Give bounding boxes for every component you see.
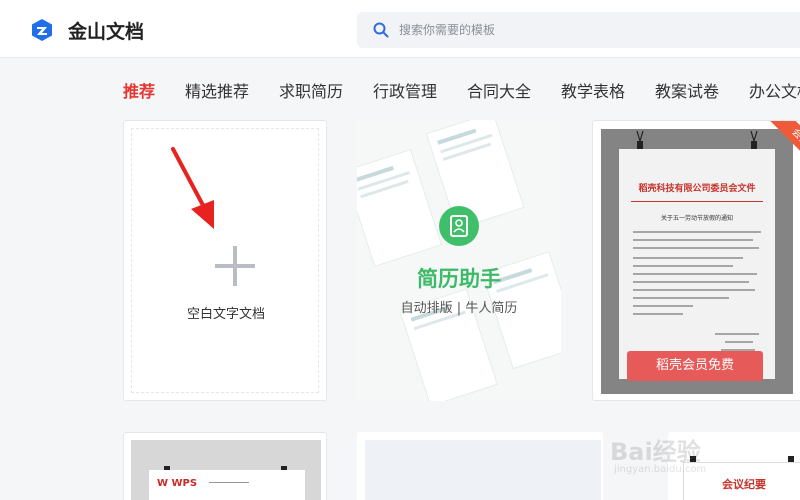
- resume-badge: [439, 206, 479, 246]
- resume-background-illustration: [357, 120, 561, 401]
- template-preview: W WPS: [131, 440, 321, 500]
- template-card-blank-blue[interactable]: [357, 432, 603, 500]
- document-text-line: [633, 297, 729, 299]
- tab-office-docs[interactable]: 办公文档: [749, 78, 800, 102]
- document-text-line: [633, 265, 733, 267]
- document-text-line: [633, 231, 761, 233]
- search-bar[interactable]: [357, 12, 800, 48]
- member-ribbon-label: 会员: [768, 121, 800, 170]
- tab-featured[interactable]: 精选推荐: [185, 78, 249, 102]
- document-text-line: [633, 281, 749, 283]
- document-text-line: [633, 247, 759, 249]
- category-tabs: 推荐 精选推荐 求职简历 行政管理 合同大全 教学表格 教案试卷 办公文档: [0, 70, 800, 110]
- document-text-line: [209, 482, 249, 483]
- app-brand[interactable]: 金山文档: [68, 17, 144, 44]
- tab-recommended[interactable]: 推荐: [123, 78, 155, 102]
- search-input[interactable]: [399, 12, 779, 48]
- document-text-line: [633, 313, 683, 315]
- wps-logo: W WPS: [157, 478, 198, 489]
- tab-teaching-forms[interactable]: 教学表格: [561, 78, 625, 102]
- member-template-card[interactable]: 稻壳科技有限公司委员会文件 关于五一劳动节放假的通知 稻壳会员免费 会员: [592, 120, 800, 401]
- plus-icon: [215, 246, 255, 286]
- user-card-icon: [450, 215, 468, 237]
- template-card-wps[interactable]: W WPS: [123, 432, 327, 500]
- member-ribbon: 会员: [751, 121, 800, 197]
- blank-card-frame: 空白文字文档: [131, 128, 319, 393]
- template-paper: W WPS: [149, 470, 305, 500]
- document-signature-line: [715, 333, 759, 335]
- kingsoft-docs-logo-icon[interactable]: [30, 18, 54, 42]
- resume-assistant-title: 简历助手: [417, 267, 501, 291]
- resume-assistant-subtitle: 自动排版 | 牛人简历: [400, 301, 518, 316]
- blank-document-card[interactable]: 空白文字文档: [123, 120, 327, 401]
- header: 金山文档: [0, 0, 800, 58]
- tab-lesson-plans[interactable]: 教案试卷: [655, 78, 719, 102]
- template-preview: [365, 440, 601, 500]
- document-subtitle: 关于五一劳动节放假的通知: [660, 215, 733, 222]
- document-text-line: [633, 289, 755, 291]
- member-free-button[interactable]: 稻壳会员免费: [627, 351, 763, 381]
- resume-assistant-card[interactable]: 简历助手 自动排版 | 牛人简历: [357, 120, 561, 401]
- watermark-url: jingyan.baidu.com: [614, 464, 707, 475]
- document-text-line: [633, 273, 757, 275]
- tab-resume[interactable]: 求职简历: [279, 78, 343, 102]
- document-text-line: [633, 239, 753, 241]
- document-signature-line: [725, 341, 753, 343]
- search-icon[interactable]: [373, 22, 389, 38]
- red-arrow-icon: [171, 147, 214, 229]
- document-divider: [631, 201, 763, 202]
- tab-administration[interactable]: 行政管理: [373, 78, 437, 102]
- meeting-minutes-title: 会议纪要: [722, 478, 766, 491]
- watermark: Bai经验: [610, 438, 701, 466]
- document-text-line: [633, 305, 693, 307]
- document-text-line: [633, 257, 743, 259]
- tab-contracts[interactable]: 合同大全: [467, 78, 531, 102]
- blank-document-label: 空白文字文档: [186, 307, 265, 322]
